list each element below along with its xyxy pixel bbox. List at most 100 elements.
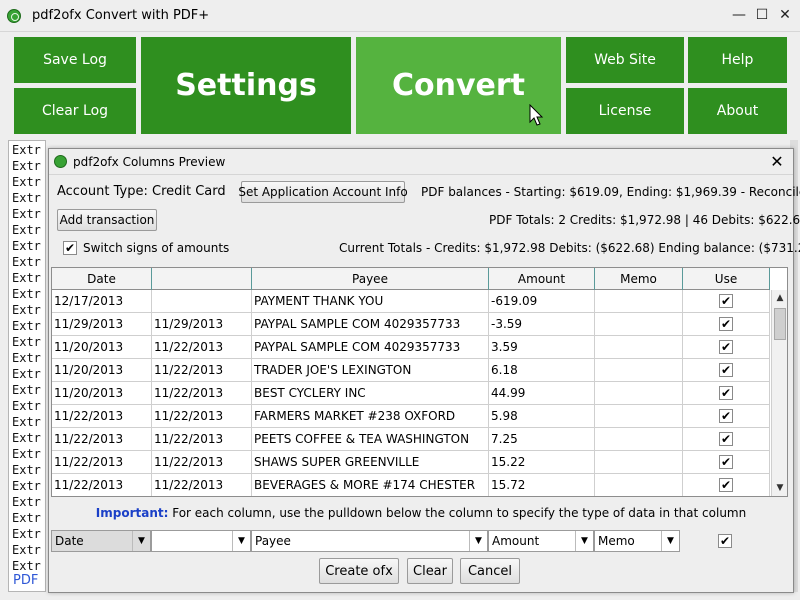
clear-log-button[interactable]: Clear Log bbox=[14, 88, 136, 134]
cell-memo bbox=[595, 382, 683, 405]
add-transaction-button[interactable]: Add transaction bbox=[57, 209, 157, 231]
use-checkbox[interactable]: ✔ bbox=[719, 409, 733, 423]
chevron-down-icon: ▼ bbox=[132, 531, 150, 551]
table-row[interactable]: 11/22/2013 11/22/2013 PEETS COFFEE & TEA… bbox=[52, 428, 770, 451]
pdf-totals-text: PDF Totals: 2 Credits: $1,972.98 | 46 De… bbox=[489, 213, 800, 227]
log-line: Extr bbox=[12, 415, 41, 429]
license-button[interactable]: License bbox=[566, 88, 684, 134]
cell-date2: 11/29/2013 bbox=[152, 313, 252, 336]
scroll-up-icon[interactable]: ▲ bbox=[772, 290, 787, 306]
log-line: Extr bbox=[12, 399, 41, 413]
table-row[interactable]: 11/20/2013 11/22/2013 TRADER JOE'S LEXIN… bbox=[52, 359, 770, 382]
table-row[interactable]: 11/20/2013 11/22/2013 BEST CYCLERY INC 4… bbox=[52, 382, 770, 405]
cell-date: 11/22/2013 bbox=[52, 451, 152, 474]
log-line: Extr bbox=[12, 479, 41, 493]
table-row[interactable]: 11/22/2013 11/22/2013 FARMERS MARKET #23… bbox=[52, 405, 770, 428]
chevron-down-icon: ▼ bbox=[469, 531, 487, 551]
use-checkbox[interactable]: ✔ bbox=[719, 478, 733, 492]
use-checkbox[interactable]: ✔ bbox=[719, 432, 733, 446]
log-line: Extr bbox=[12, 351, 41, 365]
use-checkbox[interactable]: ✔ bbox=[719, 340, 733, 354]
cell-date2: 11/22/2013 bbox=[152, 336, 252, 359]
create-ofx-button[interactable]: Create ofx bbox=[319, 558, 399, 584]
about-button[interactable]: About bbox=[688, 88, 787, 134]
switch-signs-label: Switch signs of amounts bbox=[83, 241, 230, 255]
web-site-button[interactable]: Web Site bbox=[566, 37, 684, 83]
help-button[interactable]: Help bbox=[688, 37, 787, 83]
use-checkbox[interactable]: ✔ bbox=[719, 317, 733, 331]
table-row[interactable]: 11/29/2013 11/29/2013 PAYPAL SAMPLE COM … bbox=[52, 313, 770, 336]
cell-use: ✔ bbox=[683, 428, 770, 451]
column-header-date2[interactable] bbox=[152, 268, 252, 290]
use-checkbox[interactable]: ✔ bbox=[719, 386, 733, 400]
columns-preview-dialog: pdf2ofx Columns Preview ✕ Account Type: … bbox=[48, 148, 800, 593]
column-type-select-amount[interactable]: Amount ▼ bbox=[488, 530, 594, 552]
current-totals-text: Current Totals - Credits: $1,972.98 Debi… bbox=[339, 241, 800, 255]
cell-date: 11/20/2013 bbox=[52, 382, 152, 405]
column-header-use[interactable]: Use bbox=[683, 268, 770, 290]
important-note: Important: For each column, use the pull… bbox=[49, 506, 793, 520]
log-line: Extr bbox=[12, 191, 41, 205]
cell-date: 11/29/2013 bbox=[52, 313, 152, 336]
log-line: Extr bbox=[12, 511, 41, 525]
close-button[interactable]: ✕ bbox=[776, 6, 794, 24]
log-line: Extr bbox=[12, 335, 41, 349]
combo-value: Date bbox=[55, 534, 84, 548]
use-checkbox[interactable]: ✔ bbox=[719, 455, 733, 469]
column-type-select-memo[interactable]: Memo ▼ bbox=[594, 530, 680, 552]
settings-button[interactable]: Settings bbox=[141, 37, 351, 134]
log-line: Extr bbox=[12, 175, 41, 189]
dialog-close-button[interactable]: ✕ bbox=[767, 152, 787, 172]
table-row[interactable]: 11/22/2013 11/22/2013 BEVERAGES & MORE #… bbox=[52, 474, 770, 496]
log-line: Extr bbox=[12, 319, 41, 333]
cell-amount: 3.59 bbox=[489, 336, 595, 359]
table-row[interactable]: 12/17/2013 PAYMENT THANK YOU -619.09 ✔ bbox=[52, 290, 770, 313]
table-header: Date Payee Amount Memo Use bbox=[52, 268, 770, 290]
cell-memo bbox=[595, 428, 683, 451]
chevron-down-icon: ▼ bbox=[661, 531, 679, 551]
cell-memo bbox=[595, 474, 683, 496]
column-header-memo[interactable]: Memo bbox=[595, 268, 683, 290]
table-row[interactable]: 11/20/2013 11/22/2013 PAYPAL SAMPLE COM … bbox=[52, 336, 770, 359]
use-checkbox[interactable]: ✔ bbox=[719, 294, 733, 308]
cancel-button[interactable]: Cancel bbox=[460, 558, 520, 584]
cell-payee: PAYPAL SAMPLE COM 4029357733 bbox=[252, 336, 489, 359]
scroll-thumb[interactable] bbox=[774, 308, 786, 340]
column-header-date[interactable]: Date bbox=[52, 268, 152, 290]
use-checkbox[interactable]: ✔ bbox=[719, 363, 733, 377]
column-type-select-date[interactable]: Date ▼ bbox=[51, 530, 151, 552]
cell-payee: BEVERAGES & MORE #174 CHESTER bbox=[252, 474, 489, 496]
switch-signs-checkbox[interactable]: ✔ bbox=[63, 241, 77, 255]
window-title: pdf2ofx Convert with PDF+ bbox=[32, 8, 210, 23]
cell-date2: 11/22/2013 bbox=[152, 474, 252, 496]
cell-date2: 11/22/2013 bbox=[152, 451, 252, 474]
log-pdf-link[interactable]: PDF bbox=[13, 573, 38, 588]
column-type-select-payee[interactable]: Payee ▼ bbox=[251, 530, 488, 552]
cell-amount: 15.72 bbox=[489, 474, 595, 496]
minimize-button[interactable]: — bbox=[730, 6, 748, 24]
table-row[interactable]: 11/22/2013 11/22/2013 SHAWS SUPER GREENV… bbox=[52, 451, 770, 474]
pdf-balances-text: PDF balances - Starting: $619.09, Ending… bbox=[421, 185, 800, 199]
use-all-checkbox[interactable]: ✔ bbox=[718, 534, 732, 548]
combo-value: Payee bbox=[255, 534, 291, 548]
cell-payee: TRADER JOE'S LEXINGTON bbox=[252, 359, 489, 382]
cell-date2 bbox=[152, 290, 252, 313]
maximize-button[interactable]: ☐ bbox=[753, 6, 771, 24]
clear-button[interactable]: Clear bbox=[407, 558, 453, 584]
cell-use: ✔ bbox=[683, 336, 770, 359]
log-area[interactable]: Extr Extr Extr Extr Extr Extr Extr Extr … bbox=[8, 140, 46, 592]
column-header-amount[interactable]: Amount bbox=[489, 268, 595, 290]
dialog-titlebar: pdf2ofx Columns Preview ✕ bbox=[49, 149, 793, 175]
table-scrollbar[interactable]: ▲ ▼ bbox=[771, 290, 787, 496]
dialog-title: pdf2ofx Columns Preview bbox=[73, 155, 226, 169]
cell-memo bbox=[595, 313, 683, 336]
log-line: Extr bbox=[12, 287, 41, 301]
save-log-button[interactable]: Save Log bbox=[14, 37, 136, 83]
column-type-select-date2[interactable]: ▼ bbox=[151, 530, 251, 552]
column-header-payee[interactable]: Payee bbox=[252, 268, 489, 290]
cell-memo bbox=[595, 290, 683, 313]
set-account-info-button[interactable]: Set Application Account Info bbox=[238, 181, 408, 203]
cell-payee: PAYMENT THANK YOU bbox=[252, 290, 489, 313]
chevron-down-icon: ▼ bbox=[232, 531, 250, 551]
scroll-down-icon[interactable]: ▼ bbox=[772, 480, 787, 496]
